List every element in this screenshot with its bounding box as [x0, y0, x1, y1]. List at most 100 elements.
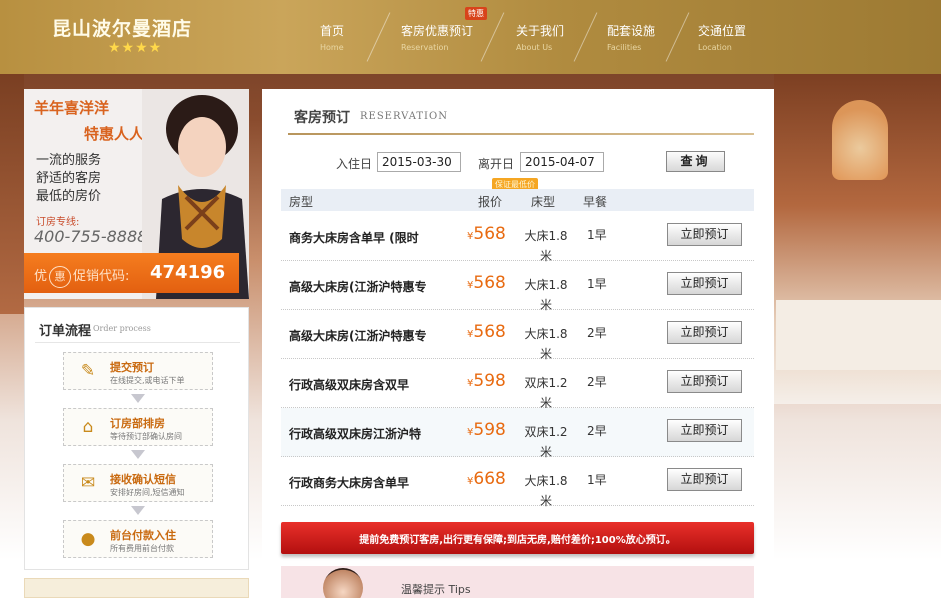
table-row: 高级大床房(江浙沪特惠专 ¥568 大床1.8米 1早 立即预订 [281, 261, 754, 312]
process-step-title: 接收确认短信 [110, 473, 176, 486]
divider [288, 133, 754, 135]
room-type-name: 行政高级双床房江浙沪特 [289, 427, 422, 441]
table-row: 行政高级双床房江浙沪特 ¥598 双床1.2米 2早 立即预订 [281, 408, 754, 459]
table-header: 房型 报价 床型 早餐 [281, 189, 754, 211]
promo-code-label-post: 促销代码: [73, 269, 130, 284]
booking-hotline-number: 400-755-8888 [34, 227, 148, 246]
promo-headline: 羊年喜洋洋 [34, 99, 110, 117]
breakfast: 2早 [587, 375, 607, 389]
bed-type: 大床1.8米 [524, 229, 568, 263]
book-now-button[interactable]: 立即预订 [667, 468, 742, 491]
booking-hotline-label: 订房专线: [36, 217, 80, 228]
site-header: 昆山波尔曼酒店 ★★★★ 首页 Home 客房优惠预订 Reservation … [0, 0, 941, 74]
book-now-button[interactable]: 立即预订 [667, 419, 742, 442]
process-step-desc: 安排好房间,短信通知 [110, 488, 185, 497]
nav-reservation[interactable]: 客房优惠预订 Reservation [401, 22, 473, 52]
promo-line: 舒适的客房 [36, 171, 102, 186]
process-step: ✎ 提交预订 在线提交,或电话下单 [63, 352, 213, 390]
breakfast: 2早 [587, 424, 607, 438]
room-price: ¥598 [467, 420, 506, 440]
checkin-label: 入住日 [336, 157, 373, 171]
arrow-down-icon [131, 450, 145, 459]
nav-facilities-sublabel: Facilities [607, 43, 642, 52]
receptionist-avatar [323, 568, 363, 598]
room-type-name: 商务大床房含单早 (限时 [289, 231, 419, 245]
process-step-title: 订房部排房 [110, 417, 165, 430]
column-header-price: 报价 [478, 195, 503, 209]
nav-facilities-label: 配套设施 [607, 24, 656, 38]
nav-divider [665, 12, 690, 62]
special-offer-badge: 特惠 [465, 7, 487, 20]
promo-line: 最低的房价 [36, 189, 102, 204]
arrow-down-icon [131, 506, 145, 515]
breakfast: 1早 [587, 473, 607, 487]
checkout-date-input[interactable] [520, 152, 604, 172]
bed-type: 大床1.8米 [524, 474, 568, 508]
person-icon: ● [80, 529, 96, 549]
promo-banner[interactable]: 羊年喜洋洋 特惠人人享 一流的服务 舒适的客房 最低的房价 订房专线: 400-… [24, 89, 249, 299]
nav-home[interactable]: 首页 Home [320, 22, 344, 52]
tips-title: 温馨提示 Tips [401, 583, 471, 596]
nav-about[interactable]: 关于我们 About Us [516, 22, 564, 52]
reservation-title: 客房预订 [294, 110, 350, 126]
promo-circle-icon: 惠 [49, 266, 72, 288]
promo-code-value: 474196 [150, 262, 226, 283]
background-scenery-left [0, 74, 24, 314]
book-now-button[interactable]: 立即预订 [667, 223, 742, 246]
star-rating: ★★★★ [108, 40, 163, 56]
breakfast: 2早 [587, 326, 607, 340]
promo-code-label: 优惠促销代码: [34, 265, 129, 288]
book-now-button[interactable]: 立即预订 [667, 272, 742, 295]
room-price: ¥668 [467, 469, 506, 489]
nav-location-sublabel: Location [698, 43, 732, 52]
table-row: 行政商务大床房含单早 ¥668 大床1.8米 1早 立即预订 [281, 457, 754, 508]
table-row: 行政高级双床房含双早 ¥598 双床1.2米 2早 立即预订 [281, 359, 754, 410]
process-step: ⌂ 订房部排房 等待预订部确认房间 [63, 408, 213, 446]
checkin-date-input[interactable] [377, 152, 461, 172]
nav-location[interactable]: 交通位置 Location [698, 22, 746, 52]
promo-code-label-pre: 优 [34, 269, 48, 284]
chat-icon: ✉ [80, 473, 96, 493]
nav-home-sublabel: Home [320, 43, 344, 52]
left-panel-bottom [24, 578, 249, 598]
lamp-image [832, 100, 888, 180]
bed-image [776, 300, 941, 370]
bed-type: 双床1.2米 [524, 425, 568, 459]
breakfast: 1早 [587, 277, 607, 291]
order-process-panel: 订单流程 Order process ✎ 提交预订 在线提交,或电话下单 ⌂ 订… [24, 307, 249, 570]
guarantee-text: 提前免费预订客房,出行更有保障;到店无房,赔付差价;100%放心预订。 [359, 535, 676, 546]
nav-about-sublabel: About Us [516, 43, 553, 52]
column-header-room-type: 房型 [289, 195, 314, 209]
process-step: ● 前台付款入住 所有费用前台付款 [63, 520, 213, 558]
table-row: 高级大床房(江浙沪特惠专 ¥568 大床1.8米 2早 立即预订 [281, 310, 754, 361]
room-price: ¥598 [467, 371, 506, 391]
guarantee-banner: 提前免费预订客房,出行更有保障;到店无房,赔付差价;100%放心预订。 [281, 522, 754, 554]
pencil-icon: ✎ [80, 361, 96, 381]
nav-location-label: 交通位置 [698, 24, 747, 38]
column-header-breakfast: 早餐 [583, 195, 608, 209]
room-type-name: 高级大床房(江浙沪特惠专 [289, 329, 427, 343]
nav-facilities[interactable]: 配套设施 Facilities [607, 22, 655, 52]
arrow-down-icon [131, 394, 145, 403]
room-type-name: 行政高级双床房含双早 [289, 378, 410, 392]
hotel-logo[interactable]: 昆山波尔曼酒店 [52, 14, 192, 41]
bed-type: 大床1.8米 [524, 278, 568, 312]
book-now-button[interactable]: 立即预订 [667, 370, 742, 393]
process-step-title: 提交预订 [110, 361, 154, 374]
nav-about-label: 关于我们 [516, 24, 565, 38]
book-now-button[interactable]: 立即预订 [667, 321, 742, 344]
process-step: ✉ 接收确认短信 安排好房间,短信通知 [63, 464, 213, 502]
nav-divider [573, 12, 598, 62]
order-process-title: 订单流程 [39, 324, 92, 339]
query-button[interactable]: 查询 [666, 151, 725, 172]
nav-reservation-sublabel: Reservation [401, 43, 449, 52]
reservation-title-en: RESERVATION [360, 111, 448, 122]
reservation-panel: 客房预订 RESERVATION 入住日 离开日 查询 保证最低价 房型 报价 … [262, 89, 774, 598]
room-type-name: 高级大床房(江浙沪特惠专 [289, 280, 427, 294]
room-type-name: 行政商务大床房含单早 [289, 476, 410, 490]
breakfast: 1早 [587, 228, 607, 242]
process-step-title: 前台付款入住 [110, 529, 176, 542]
room-price: ¥568 [467, 273, 506, 293]
room-price: ¥568 [467, 322, 506, 342]
house-icon: ⌂ [82, 417, 94, 437]
